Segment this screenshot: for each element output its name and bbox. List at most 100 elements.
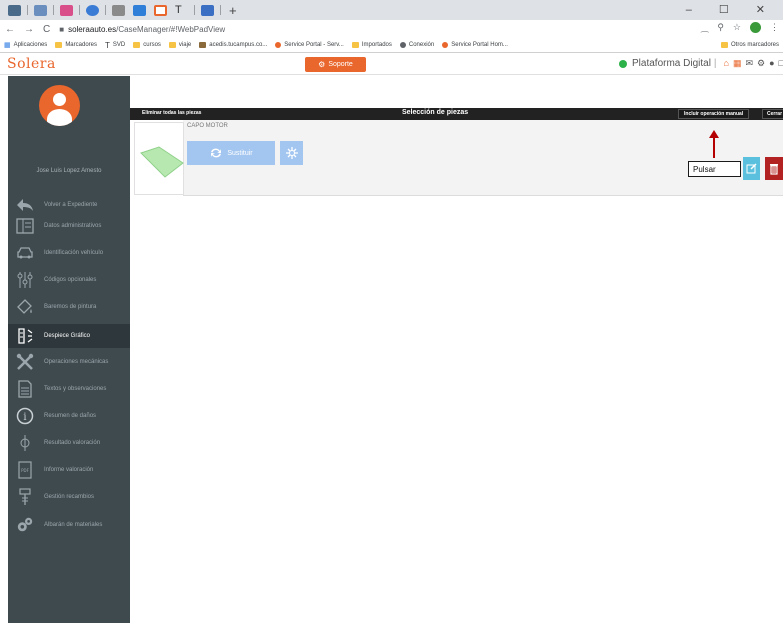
repair-button[interactable] xyxy=(280,141,303,165)
apps-grid-icon: ▦ xyxy=(4,42,11,49)
sidebar-item-resultado[interactable]: Resultado valoración xyxy=(8,431,130,455)
header-icons: ⌂ ▦ ✉ ⚙ ● □ xyxy=(724,58,783,69)
sidebar-item-label: Textos y observaciones xyxy=(44,386,107,392)
star-icon[interactable]: ☆ xyxy=(733,22,741,33)
campus-icon xyxy=(199,42,207,48)
url-field[interactable]: soleraauto.es/CaseManager/#!WebPadView xyxy=(68,25,225,34)
tab-favicon-1[interactable] xyxy=(8,4,21,16)
new-tab-button[interactable]: + xyxy=(229,3,237,18)
sidebar-item-label: Operaciones mecánicas xyxy=(44,359,109,365)
app-header: Solera ⚙ Soporte Plataforma Digital | ⌂ … xyxy=(0,53,783,75)
tab-favicon-5[interactable] xyxy=(112,4,125,16)
sidebar-item-identificacion[interactable]: Identificación vehículo xyxy=(8,241,130,265)
bookmark-item[interactable]: Service Portal Hom... xyxy=(442,42,508,48)
replace-button[interactable]: Sustituir xyxy=(187,141,275,165)
annotation-arrow xyxy=(713,136,715,158)
close-button[interactable]: Cerrar xyxy=(762,109,783,119)
edit-button[interactable] xyxy=(743,157,760,180)
support-button[interactable]: ⚙ Soporte xyxy=(305,57,366,72)
svd-tab-icon[interactable]: T xyxy=(175,4,188,16)
sidebar-item-resumen[interactable]: i Resumen de daños xyxy=(8,404,130,428)
tab-strip: T + – ☐ ✕ xyxy=(0,0,783,20)
document-icon xyxy=(16,380,34,398)
avatar-head xyxy=(53,93,66,106)
lock-icon[interactable]: ■ xyxy=(59,25,64,34)
pulsar-callout: Pulsar xyxy=(688,161,741,177)
url-path: /CaseManager/#!WebPadView xyxy=(116,24,226,34)
tab-favicon-active[interactable] xyxy=(154,4,167,16)
sidebar-item-operaciones[interactable]: Operaciones mecánicas xyxy=(8,350,130,374)
sidebar-item-gestion[interactable]: Gestión recambios xyxy=(8,485,130,509)
sidebar-item-baremos[interactable]: Baremos de pintura xyxy=(8,295,130,319)
logout-icon[interactable]: □ xyxy=(779,58,783,69)
sidebar-item-codigos[interactable]: Códigos opcionales xyxy=(8,268,130,292)
user-avatar[interactable] xyxy=(39,85,80,126)
add-manual-operation-button[interactable]: Incluir operación manual xyxy=(678,109,750,119)
tab-favicon-6[interactable] xyxy=(133,4,146,16)
bookmark-item[interactable]: T SVD xyxy=(105,41,125,50)
bookmark-item[interactable]: Marcadores xyxy=(55,42,97,48)
tab-favicon-3[interactable] xyxy=(60,4,73,16)
sidebar-item-label: Identificación vehículo xyxy=(44,250,104,256)
tab-divider xyxy=(220,5,221,15)
bookmark-item[interactable]: Conexión xyxy=(399,42,434,48)
zoom-icon[interactable]: ⚲ xyxy=(717,22,724,33)
sidebar-item-label: Volver a Expediente xyxy=(44,202,98,208)
bookmark-item[interactable]: viaje xyxy=(168,42,191,48)
user-icon[interactable]: ● xyxy=(769,58,774,69)
replace-icon xyxy=(211,148,222,158)
forward-icon[interactable]: → xyxy=(24,24,34,35)
sidebar-item-label: Baremos de pintura xyxy=(44,304,97,310)
bookmark-item[interactable]: cursos xyxy=(133,42,161,48)
menu-dots-icon[interactable]: ⋮ xyxy=(770,22,779,33)
home-icon[interactable]: ⌂ xyxy=(724,58,729,69)
tab-divider xyxy=(53,5,54,15)
sidebar-item-label: Datos administrativos xyxy=(44,223,102,229)
sidebar-item-label: Gestión recambios xyxy=(44,494,95,500)
solera-logo: Solera xyxy=(7,56,56,72)
settings-icon[interactable]: ⚙ xyxy=(757,58,765,69)
folder-icon xyxy=(351,42,359,48)
sidebar-item-informe[interactable]: PDF Informe valoración xyxy=(8,458,130,482)
folder-icon xyxy=(55,42,63,48)
globe-icon xyxy=(399,42,406,48)
profile-avatar[interactable] xyxy=(750,22,761,33)
delete-button[interactable] xyxy=(765,157,783,180)
sidebar-item-textos[interactable]: Textos y observaciones xyxy=(8,377,130,401)
back-icon[interactable]: ← xyxy=(5,24,15,35)
address-actions: ⁔ ⚲ ☆ ⋮ xyxy=(701,22,779,33)
bookmark-item[interactable]: ▦ Aplicaciones xyxy=(4,41,47,49)
reload-icon[interactable]: C xyxy=(43,24,50,35)
key-icon[interactable]: ⁔ xyxy=(701,22,708,33)
bookmark-item[interactable]: Importados xyxy=(351,42,392,48)
folder-icon xyxy=(133,42,141,48)
tab-favicon-4[interactable] xyxy=(86,4,99,16)
bookmark-item[interactable]: acedis.tucampus.co... xyxy=(199,42,267,48)
valuation-icon xyxy=(16,434,34,452)
sidebar-item-albaran[interactable]: Albarán de materiales xyxy=(8,513,130,537)
bookmark-item[interactable]: Service Portal - Serv... xyxy=(275,42,344,48)
bookmark-label: cursos xyxy=(143,42,161,48)
page-title: Selección de piezas xyxy=(402,109,469,116)
repair-icon xyxy=(285,147,298,159)
sidebar-item-despiece[interactable]: Despiece Gráfico xyxy=(8,324,130,348)
remove-all-parts-button[interactable]: Eliminar todas las piezas xyxy=(142,110,201,116)
window-controls[interactable]: – ☐ ✕ xyxy=(686,3,777,16)
calendar-icon[interactable]: ▦ xyxy=(733,58,742,69)
bookmark-label: Importados xyxy=(361,42,392,48)
platform-status: Plataforma Digital | ⌂ ▦ ✉ ⚙ ● □ xyxy=(619,58,783,69)
piece-thumbnail[interactable] xyxy=(134,122,184,195)
service-portal-icon xyxy=(275,42,282,48)
sidebar-item-label: Despiece Gráfico xyxy=(44,333,91,339)
other-bookmarks-label: Otros marcadores xyxy=(730,42,779,48)
mail-icon[interactable]: ✉ xyxy=(745,58,753,69)
tab-favicon-7[interactable] xyxy=(201,4,214,16)
other-bookmarks[interactable]: Otros marcadores xyxy=(720,42,779,48)
spare-parts-icon xyxy=(16,488,34,506)
tab-favicon-2[interactable] xyxy=(34,4,47,16)
user-name: Jose Luis Lopez Amesto xyxy=(36,168,102,174)
bookmark-label: Service Portal - Serv... xyxy=(284,42,344,48)
bookmarks-bar: ▦ Aplicaciones Marcadores T SVD cursos via… xyxy=(0,38,783,53)
bookmark-label: Service Portal Hom... xyxy=(451,42,508,48)
sidebar-item-datos[interactable]: Datos administrativos xyxy=(8,214,130,238)
